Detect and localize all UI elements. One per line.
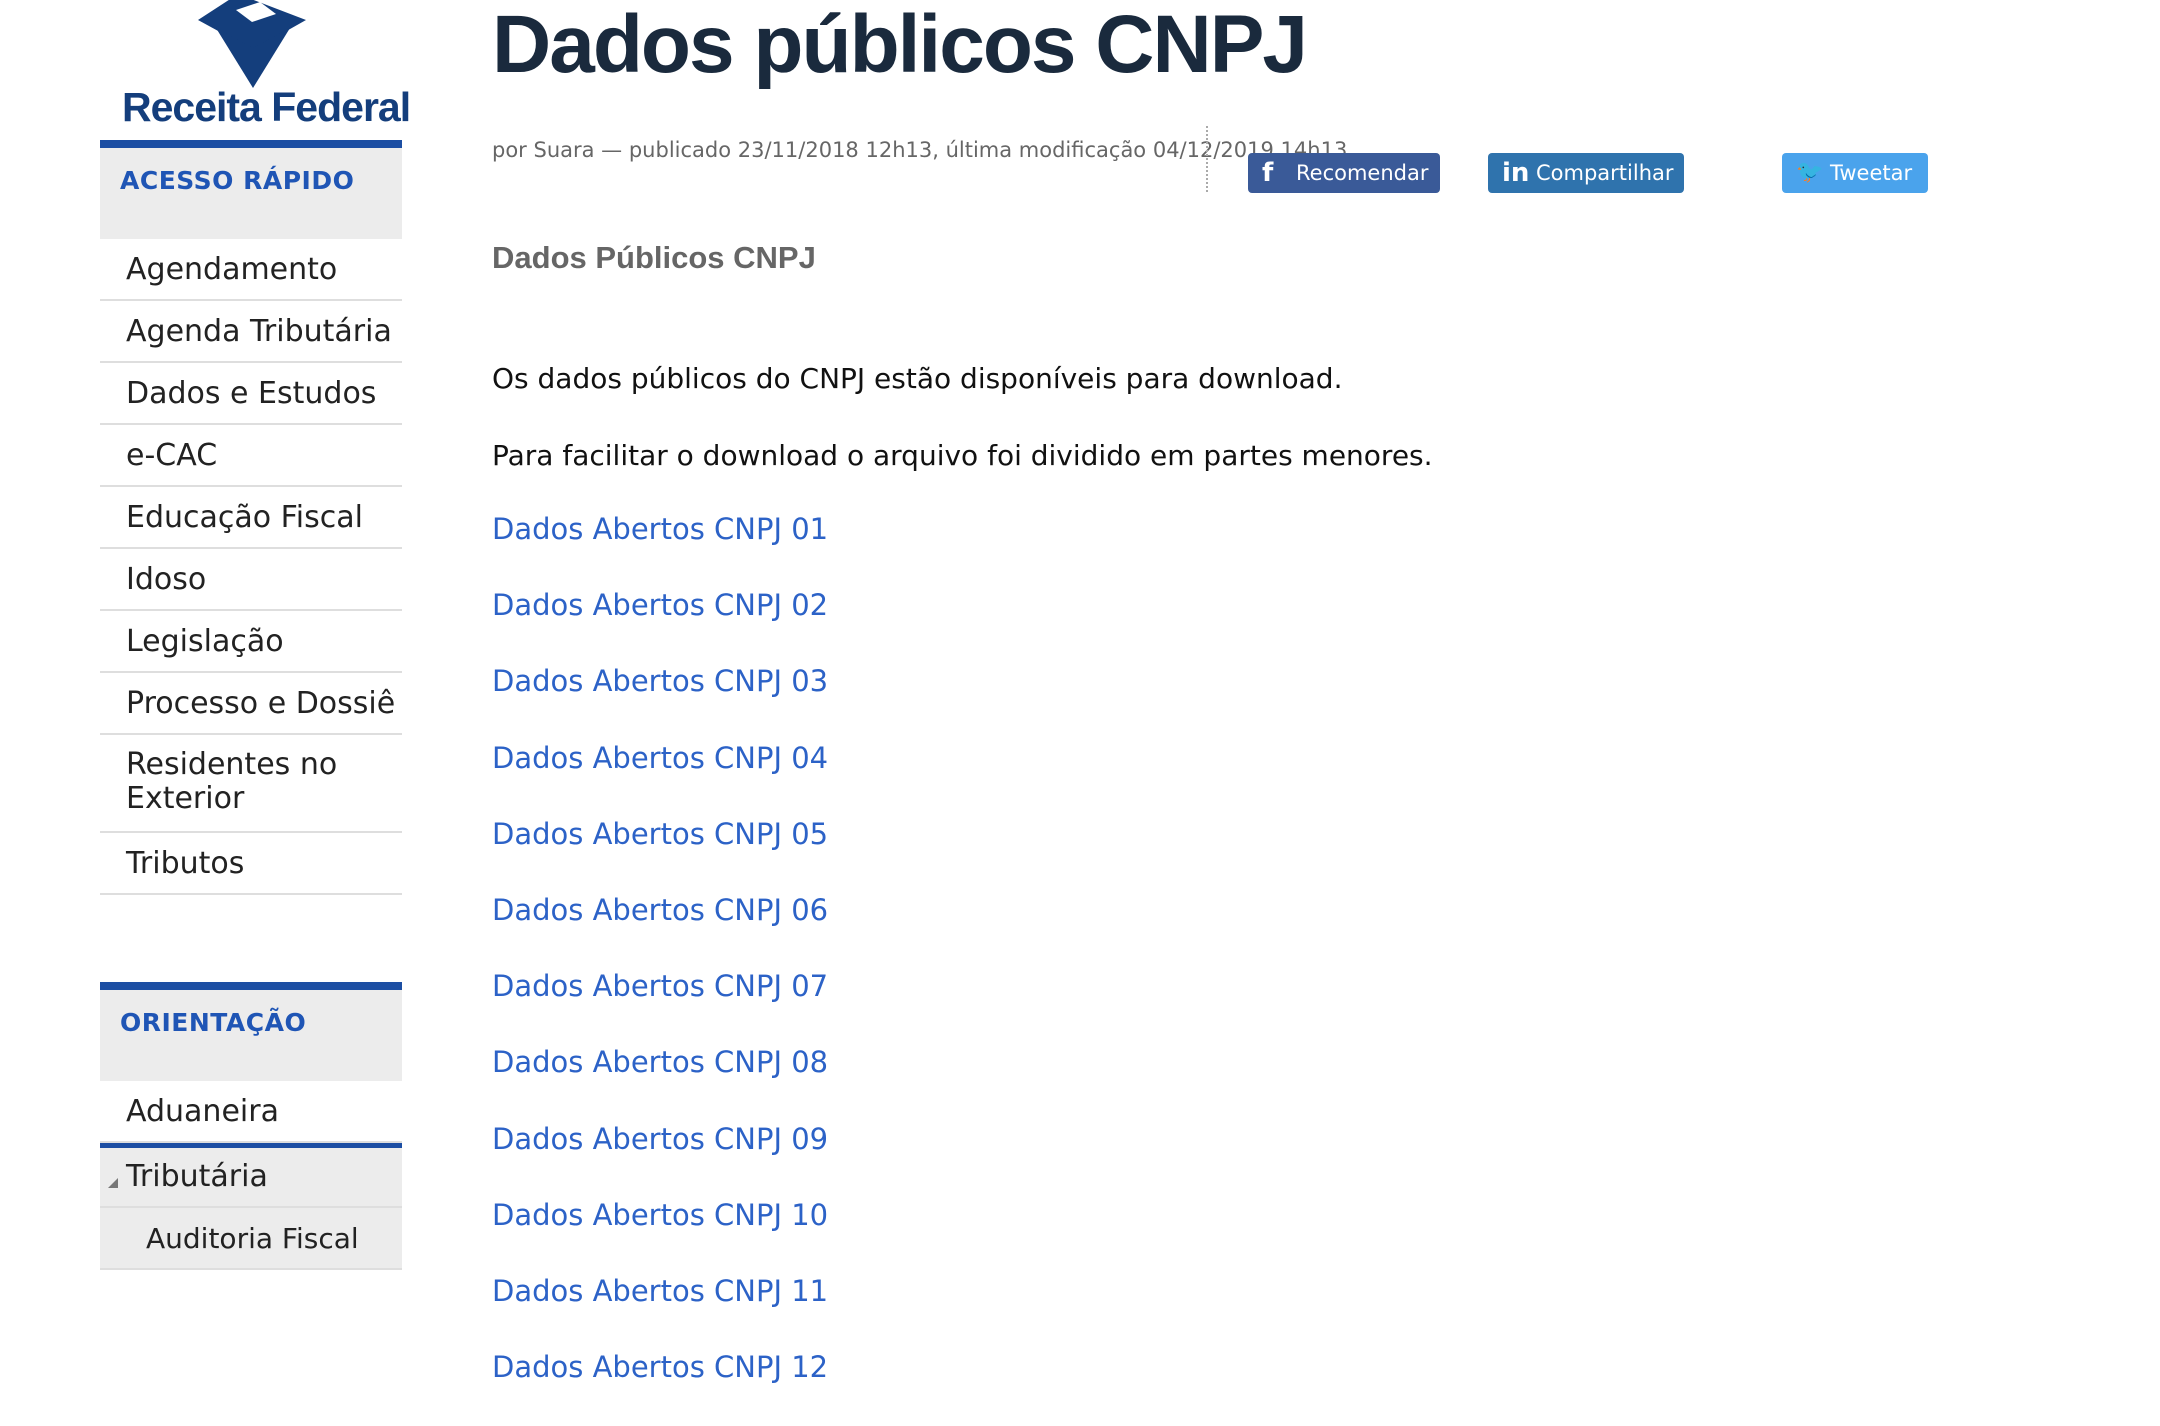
download-note-paragraph: Para facilitar o download o arquivo foi … — [492, 439, 1433, 472]
download-links-list: Dados Abertos CNPJ 01 Dados Abertos CNPJ… — [492, 512, 828, 1426]
download-link[interactable]: Dados Abertos CNPJ 07 — [492, 969, 828, 1045]
download-link[interactable]: Dados Abertos CNPJ 12 — [492, 1350, 828, 1426]
download-link[interactable]: Dados Abertos CNPJ 02 — [492, 588, 828, 664]
download-link[interactable]: Dados Abertos CNPJ 11 — [492, 1274, 828, 1350]
orientation-header: ORIENTAÇÃO — [100, 982, 402, 1081]
sidebar: Receita Federal ACESSO RÁPIDO Agendament… — [100, 0, 411, 1270]
twitter-button-label: Tweetar — [1830, 161, 1913, 185]
nav-item-legislacao[interactable]: Legislação — [100, 611, 402, 673]
orientation-menu: Aduaneira Tributária Auditoria Fiscal — [100, 1081, 402, 1270]
facebook-button-label: Recomendar — [1296, 161, 1429, 185]
download-link[interactable]: Dados Abertos CNPJ 03 — [492, 664, 828, 740]
nav-item-aduaneira[interactable]: Aduaneira — [100, 1081, 402, 1143]
expanded-triangle-icon — [108, 1178, 118, 1188]
nav-item-tributos[interactable]: Tributos — [100, 833, 402, 895]
nav-item-processo-e-dossie[interactable]: Processo e Dossiê — [100, 673, 402, 735]
linkedin-button-label: Compartilhar — [1536, 161, 1674, 185]
twitter-bird-icon: 🐦 — [1796, 160, 1824, 185]
facebook-recommend-button[interactable]: f Recomendar — [1248, 153, 1440, 193]
section-subheading: Dados Públicos CNPJ — [492, 240, 816, 275]
nav-item-idoso[interactable]: Idoso — [100, 549, 402, 611]
byline: por Suara — publicado 23/11/2018 12h13, … — [492, 138, 1348, 162]
logo-text: Receita Federal — [122, 84, 411, 130]
download-link[interactable]: Dados Abertos CNPJ 08 — [492, 1045, 828, 1121]
nav-subitem-auditoria-fiscal[interactable]: Auditoria Fiscal — [100, 1208, 402, 1270]
nav-item-e-cac[interactable]: e-CAC — [100, 425, 402, 487]
facebook-icon: f — [1262, 158, 1274, 188]
download-link[interactable]: Dados Abertos CNPJ 10 — [492, 1198, 828, 1274]
nav-item-tributaria[interactable]: Tributária — [100, 1143, 402, 1208]
nav-item-tributaria-label: Tributária — [126, 1159, 268, 1194]
linkedin-icon: in — [1502, 158, 1530, 188]
divider — [1206, 126, 1208, 192]
intro-paragraph: Os dados públicos do CNPJ estão disponív… — [492, 362, 1343, 395]
nav-item-dados-e-estudos[interactable]: Dados e Estudos — [100, 363, 402, 425]
quick-access-title: ACESSO RÁPIDO — [120, 166, 355, 195]
nav-item-agenda-tributaria[interactable]: Agenda Tributária — [100, 301, 402, 363]
download-link[interactable]: Dados Abertos CNPJ 01 — [492, 512, 828, 588]
download-link[interactable]: Dados Abertos CNPJ 04 — [492, 741, 828, 817]
download-link[interactable]: Dados Abertos CNPJ 06 — [492, 893, 828, 969]
receita-federal-logo[interactable]: Receita Federal — [100, 0, 411, 140]
linkedin-share-button[interactable]: in Compartilhar — [1488, 153, 1684, 193]
orientation-title: ORIENTAÇÃO — [120, 1008, 307, 1037]
page-title: Dados públicos CNPJ — [492, 0, 1308, 90]
receita-logo-icon — [198, 0, 306, 88]
download-link[interactable]: Dados Abertos CNPJ 05 — [492, 817, 828, 893]
quick-access-header: ACESSO RÁPIDO — [100, 140, 402, 239]
quick-access-menu: Agendamento Agenda Tributária Dados e Es… — [100, 239, 402, 895]
nav-item-agendamento[interactable]: Agendamento — [100, 239, 402, 301]
twitter-tweet-button[interactable]: 🐦 Tweetar — [1782, 153, 1928, 193]
nav-item-educacao-fiscal[interactable]: Educação Fiscal — [100, 487, 402, 549]
nav-item-residentes-no-exterior[interactable]: Residentes no Exterior — [100, 735, 402, 833]
download-link[interactable]: Dados Abertos CNPJ 09 — [492, 1122, 828, 1198]
